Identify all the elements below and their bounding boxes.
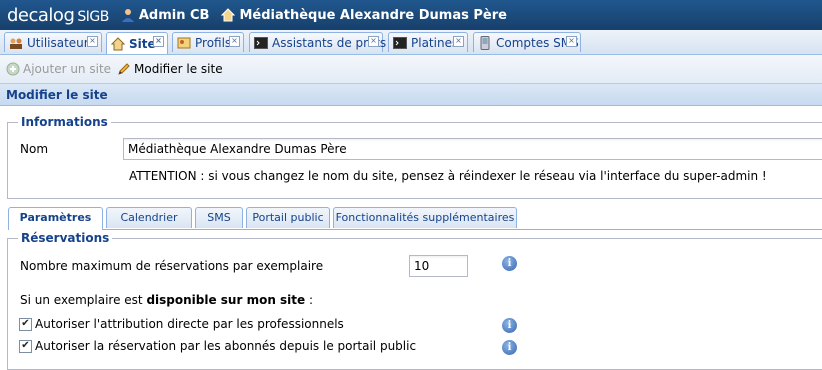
close-tab-icon[interactable]: × (368, 36, 379, 47)
close-tab-icon[interactable]: × (453, 36, 464, 47)
info-icon[interactable]: i (502, 256, 517, 271)
settings-tab-bar: Paramètres Calendrier SMS Portail public… (8, 207, 822, 230)
direct-attribution-checkbox[interactable]: ✔ (19, 318, 32, 331)
current-library[interactable]: Médiathèque Alexandre Dumas Père (221, 8, 507, 23)
direct-attribution-label: Autoriser l'attribution directe par les … (35, 317, 344, 331)
tab-comptes-sms[interactable]: Comptes SMS × (473, 32, 581, 52)
info-icon[interactable]: i (502, 318, 517, 333)
reservations-legend: Réservations (18, 231, 113, 245)
nom-label: Nom (20, 142, 49, 156)
tab-utilisateurs[interactable]: Utilisateurs × (4, 32, 102, 52)
tab-sms[interactable]: SMS (195, 207, 243, 228)
phone-icon (480, 35, 490, 50)
profiles-icon (177, 37, 191, 48)
current-user[interactable]: Admin CB (121, 8, 209, 23)
close-tab-icon[interactable]: × (229, 36, 240, 47)
tab-site[interactable]: Site × (106, 32, 168, 54)
tab-assistants-de-prets[interactable]: Assistants de prêts × (249, 32, 386, 52)
panel-title: Modifier le site (0, 84, 822, 106)
rename-warning: ATTENTION : si vous changez le nom du si… (129, 169, 767, 183)
tab-fonctionnalites-supplementaires[interactable]: Fonctionnalités supplémentaires (333, 207, 517, 228)
home-icon (111, 36, 125, 50)
availability-condition: Si un exemplaire est disponible sur mon … (20, 293, 314, 307)
close-tab-icon[interactable]: × (87, 36, 98, 47)
tab-calendrier[interactable]: Calendrier (106, 207, 192, 228)
terminal-icon (393, 36, 407, 49)
max-reservations-label: Nombre maximum de réservations par exemp… (20, 259, 324, 273)
pencil-icon (118, 63, 130, 75)
home-icon (221, 8, 236, 22)
app-logo: decalog SIGB (7, 4, 109, 26)
site-toolbar: Ajouter un site Modifier le site (0, 55, 822, 84)
tab-profils[interactable]: Profils × (172, 32, 244, 52)
terminal-icon (254, 36, 268, 49)
max-reservations-input[interactable]: 10 (409, 255, 468, 277)
info-icon[interactable]: i (502, 340, 517, 355)
user-icon (121, 9, 134, 22)
tab-portail-public[interactable]: Portail public (246, 207, 330, 228)
edit-site-button[interactable]: Modifier le site (117, 62, 223, 76)
public-reservation-label: Autoriser la réservation par les abonnés… (35, 339, 417, 353)
tab-platines[interactable]: Platines × (388, 32, 468, 52)
users-icon (10, 38, 22, 49)
nom-input[interactable]: Médiathèque Alexandre Dumas Père (123, 138, 822, 160)
informations-fieldset: Informations (7, 115, 822, 199)
add-site-button[interactable]: Ajouter un site (6, 62, 111, 76)
close-tab-icon[interactable]: × (566, 36, 577, 47)
informations-legend: Informations (18, 115, 111, 129)
top-header: decalog SIGB Admin CB Médiathèque Alexand… (0, 0, 822, 30)
close-tab-icon[interactable]: × (153, 36, 164, 47)
edit-site-form: Informations Nom Médiathèque Alexandre D… (0, 107, 822, 370)
tab-parametres[interactable]: Paramètres (8, 207, 103, 230)
app-tab-bar: Utilisateurs × Site × Profils × Assistan… (0, 30, 822, 55)
add-icon (6, 62, 20, 76)
